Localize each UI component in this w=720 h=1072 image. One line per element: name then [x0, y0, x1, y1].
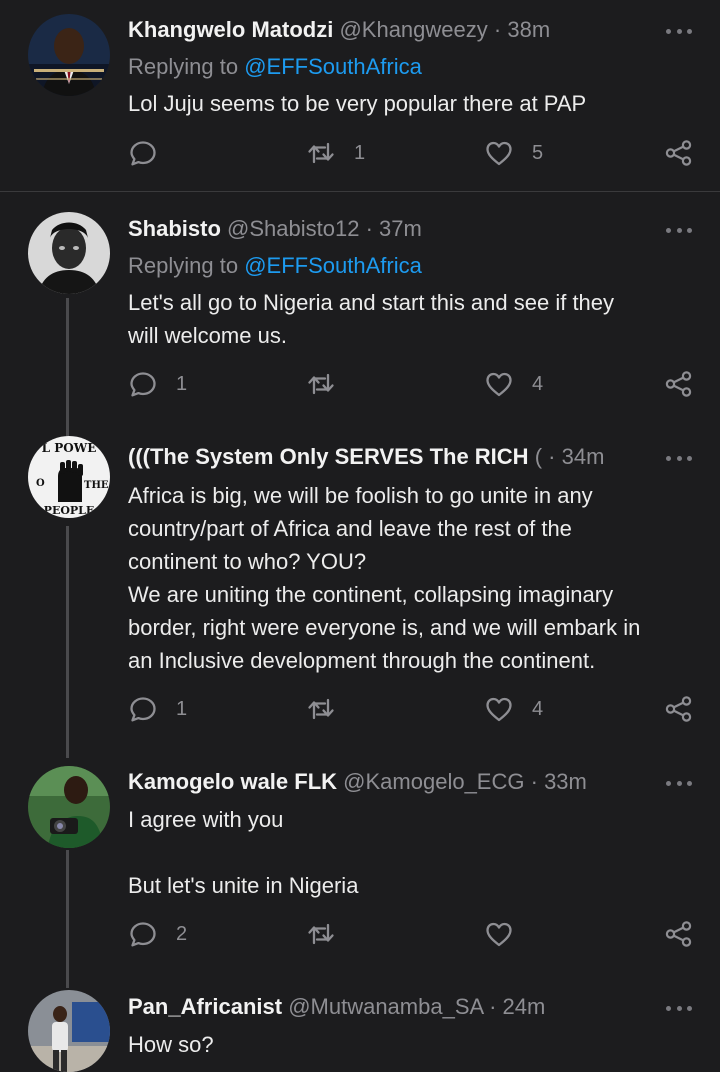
reply-button[interactable] — [128, 138, 176, 168]
share-button[interactable] — [664, 138, 694, 168]
timestamp[interactable]: 33m — [544, 769, 587, 794]
share-button[interactable] — [664, 919, 694, 949]
tweet-text: How so? — [128, 1032, 214, 1057]
share-icon — [664, 369, 694, 399]
avatar-text-top: L POWE — [42, 441, 97, 455]
timestamp[interactable]: 24m — [503, 994, 546, 1019]
action-bar: 2 — [128, 919, 698, 953]
avatar-text-bottom: PEOPLE — [44, 504, 95, 517]
reply-icon — [128, 919, 158, 949]
replying-to: Replying to @EFFSouthAfrica — [128, 52, 422, 82]
separator-dot: · — [365, 216, 380, 241]
author-name[interactable]: Kamogelo wale FLK — [128, 769, 337, 794]
reply-icon — [128, 138, 158, 168]
tweet-kamogelo[interactable]: Kamogelo wale FLK @Kamogelo_ECG · 33m I … — [0, 756, 720, 986]
reply-button[interactable]: 1 — [128, 694, 187, 724]
retweet-button[interactable] — [306, 919, 354, 949]
retweet-icon — [306, 694, 336, 724]
author-handle[interactable]: @Shabisto12 — [227, 216, 359, 241]
author-name[interactable]: (((The System Only SERVES The RICH — [128, 444, 529, 469]
like-button[interactable]: 4 — [484, 694, 543, 724]
author-handle[interactable]: @Khangweezy — [339, 17, 487, 42]
reply-icon — [128, 369, 158, 399]
more-icon[interactable] — [666, 778, 692, 788]
author-name[interactable]: Pan_Africanist — [128, 994, 282, 1019]
share-icon — [664, 138, 694, 168]
author-name[interactable]: Khangwelo Matodzi — [128, 17, 333, 42]
separator-dot: · — [493, 17, 508, 42]
tweet-system[interactable]: L POWE O THE PEOPLE (((The System Only S… — [0, 430, 720, 756]
replying-to-link[interactable]: @EFFSouthAfrica — [244, 253, 422, 278]
share-button[interactable] — [664, 369, 694, 399]
replying-to-label: Replying to — [128, 253, 239, 278]
share-icon — [664, 919, 694, 949]
reply-icon — [128, 694, 158, 724]
avatar[interactable] — [28, 14, 110, 96]
action-bar: 1 4 — [128, 694, 698, 728]
reply-button[interactable]: 2 — [128, 919, 187, 949]
more-icon[interactable] — [666, 453, 692, 463]
replying-to-link[interactable]: @EFFSouthAfrica — [244, 54, 422, 79]
like-button[interactable]: 4 — [484, 369, 543, 399]
author-handle[interactable]: @Mutwanamba_SA — [288, 994, 483, 1019]
retweet-button[interactable] — [306, 369, 354, 399]
like-count: 5 — [532, 141, 544, 164]
more-icon[interactable] — [666, 1003, 692, 1013]
separator-dot: · — [489, 994, 503, 1019]
tweet-pan-africanist[interactable]: Pan_Africanist @Mutwanamba_SA · 24m How … — [0, 986, 720, 1072]
action-bar: 1 5 — [128, 138, 698, 172]
share-button[interactable] — [664, 694, 694, 724]
retweet-icon — [306, 369, 336, 399]
reply-count: 2 — [176, 922, 188, 945]
replying-to-label: Replying to — [128, 54, 239, 79]
avatar[interactable] — [28, 212, 110, 294]
author-name[interactable]: Shabisto — [128, 216, 221, 241]
replying-to: Replying to @EFFSouthAfrica — [128, 251, 422, 281]
tweet-text: Africa is big, we will be foolish to go … — [128, 483, 641, 673]
reply-count: 1 — [176, 372, 188, 395]
retweet-button[interactable]: 1 — [306, 138, 365, 168]
like-icon — [484, 369, 514, 399]
separator-dot: · — [548, 444, 562, 469]
author-handle[interactable]: ( — [535, 444, 542, 469]
more-icon[interactable] — [666, 225, 692, 235]
reply-button[interactable]: 1 — [128, 369, 187, 399]
retweet-icon — [306, 138, 336, 168]
author-handle[interactable]: @Kamogelo_ECG — [343, 769, 524, 794]
avatar-text-left: O — [36, 478, 45, 489]
avatar-text-right: THE — [84, 480, 109, 491]
tweet-text: I agree with you But let's unite in Nige… — [128, 807, 359, 898]
timestamp[interactable]: 34m — [562, 444, 605, 469]
timestamp[interactable]: 38m — [507, 17, 550, 42]
like-count: 4 — [532, 697, 544, 720]
tweet-khangwelo[interactable]: Khangwelo Matodzi @Khangweezy · 38m Repl… — [0, 0, 720, 192]
tweet-text: Lol Juju seems to be very popular there … — [128, 91, 587, 116]
like-button[interactable]: 5 — [484, 138, 543, 168]
avatar[interactable] — [28, 990, 110, 1072]
tweet-text: Let's all go to Nigeria and start this a… — [128, 290, 615, 348]
like-icon — [484, 138, 514, 168]
retweet-icon — [306, 919, 336, 949]
retweet-count: 1 — [354, 141, 366, 164]
more-icon[interactable] — [666, 26, 692, 36]
like-count: 4 — [532, 372, 544, 395]
like-icon — [484, 694, 514, 724]
separator-dot: · — [530, 769, 545, 794]
tweet-shabisto[interactable]: Shabisto @Shabisto12 · 37m Replying to @… — [0, 192, 720, 428]
like-icon — [484, 919, 514, 949]
action-bar: 1 4 — [128, 369, 698, 403]
share-icon — [664, 694, 694, 724]
avatar[interactable] — [28, 766, 110, 848]
timestamp[interactable]: 37m — [379, 216, 422, 241]
avatar[interactable]: L POWE O THE PEOPLE — [28, 436, 110, 518]
reply-count: 1 — [176, 697, 188, 720]
like-button[interactable] — [484, 919, 532, 949]
retweet-button[interactable] — [306, 694, 354, 724]
